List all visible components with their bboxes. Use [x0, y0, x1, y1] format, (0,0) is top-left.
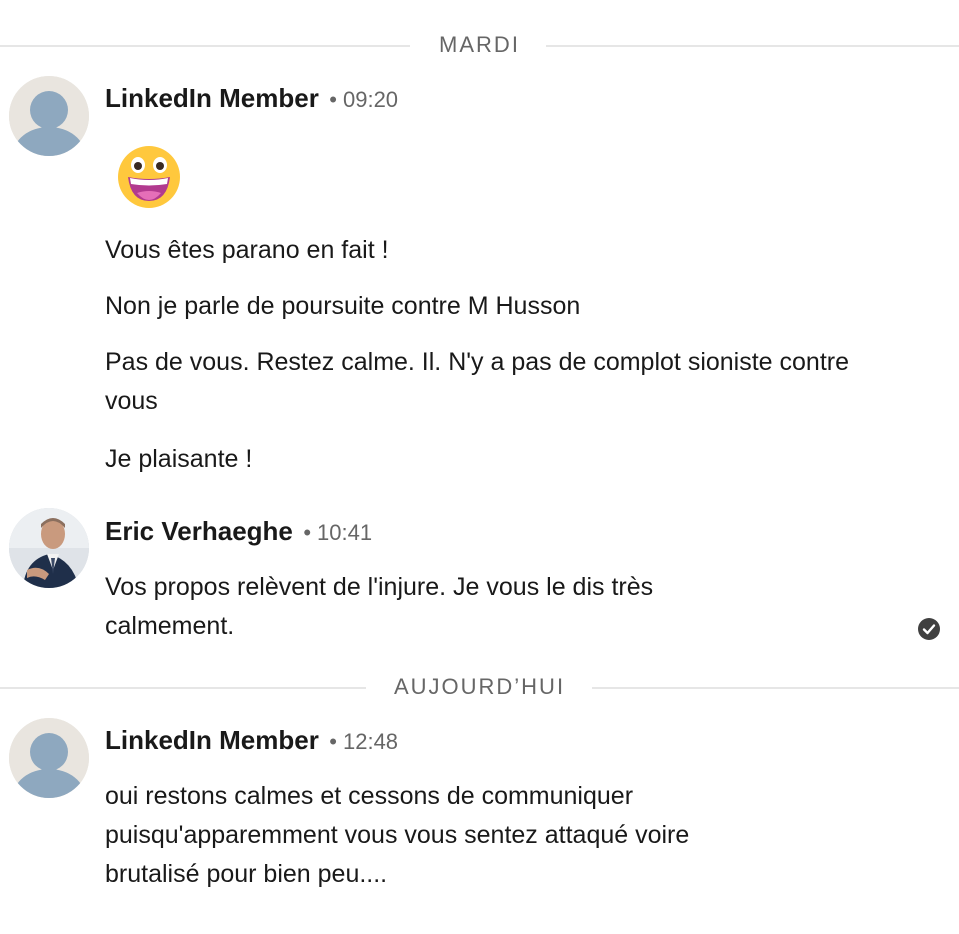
- separator-dot: •: [329, 729, 337, 754]
- time-value: 09:20: [342, 87, 399, 112]
- time-value: 12:48: [342, 729, 399, 754]
- message-timestamp: • 12:48: [329, 729, 398, 754]
- message-header: Eric Verhaeghe • 10:41: [105, 515, 372, 547]
- time-value: 10:41: [317, 520, 373, 545]
- sender-name[interactable]: LinkedIn Member: [105, 83, 319, 113]
- date-divider-mardi: MARDI: [0, 32, 959, 58]
- sender-name[interactable]: Eric Verhaeghe: [105, 516, 293, 546]
- message-text: Pas de vous. Restez calme. Il. N'y a pas…: [105, 348, 850, 415]
- message-text: Vos propos relèvent de l'injure. Je vous…: [105, 573, 654, 640]
- separator-dot: •: [303, 520, 312, 545]
- check-circle-icon: [918, 618, 940, 640]
- message-timestamp: • 10:41: [303, 520, 372, 545]
- grinning-face-icon: [118, 146, 180, 208]
- message-timestamp: • 09:20: [329, 87, 398, 112]
- default-avatar-icon: [9, 76, 89, 156]
- message-text: Je plaisante !: [105, 445, 253, 473]
- profile-photo: [9, 508, 89, 588]
- date-divider-label: MARDI: [439, 32, 520, 57]
- sender-name[interactable]: LinkedIn Member: [105, 725, 319, 755]
- message-text: oui restons calmes et cessons de communi…: [105, 782, 690, 888]
- message-text: Vous êtes parano en fait !: [105, 236, 389, 264]
- date-divider-today: AUJOURD’HUI: [0, 674, 959, 700]
- date-divider-label: AUJOURD’HUI: [393, 674, 566, 699]
- default-avatar-icon: [9, 718, 89, 798]
- avatar[interactable]: [9, 718, 89, 798]
- avatar[interactable]: [9, 76, 89, 156]
- message-header: LinkedIn Member • 09:20: [105, 82, 398, 114]
- avatar[interactable]: [9, 508, 89, 588]
- message-header: LinkedIn Member • 12:48: [105, 724, 398, 756]
- separator-dot: •: [329, 87, 337, 112]
- message-text: Non je parle de poursuite contre M Husso…: [105, 292, 581, 320]
